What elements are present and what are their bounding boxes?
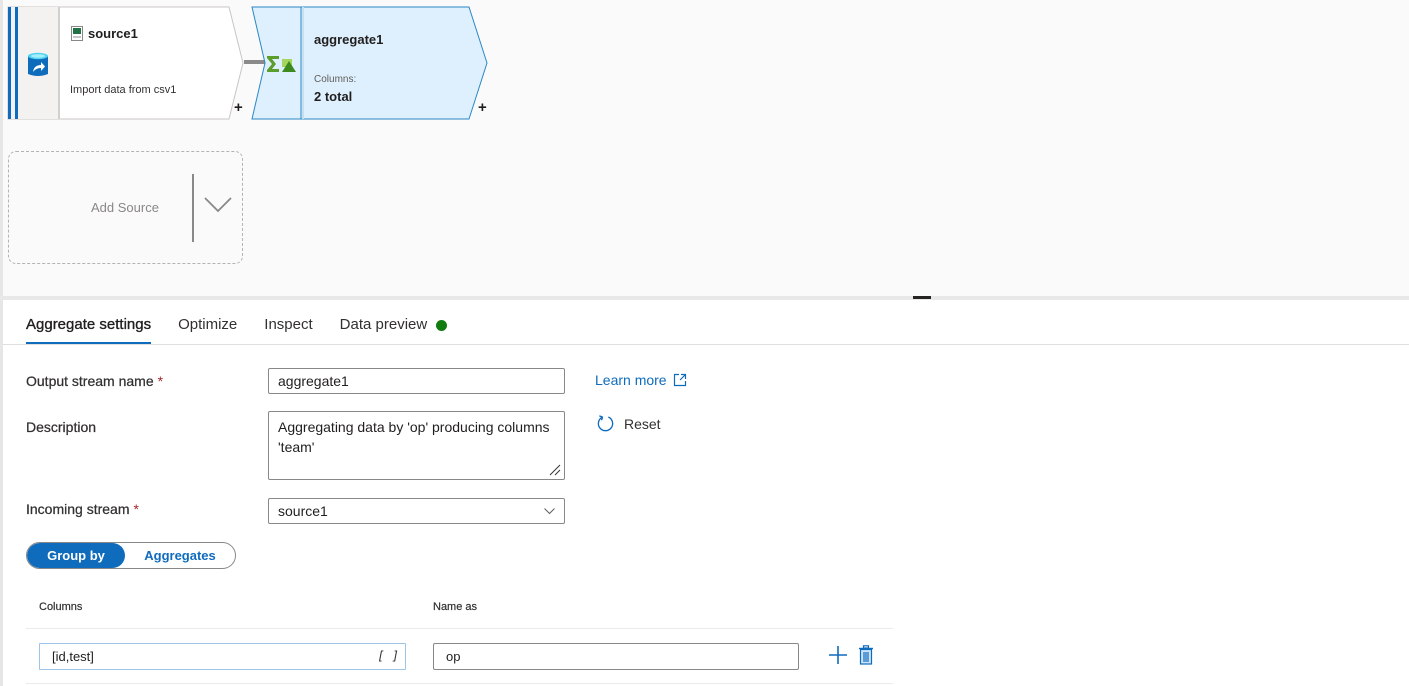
- panel-splitter[interactable]: [0, 296, 1409, 300]
- tab-aggregate-settings[interactable]: Aggregate settings: [26, 306, 151, 344]
- csv-file-icon: [71, 26, 83, 41]
- source-node-name: source1: [88, 26, 138, 41]
- source-node[interactable]: source1 Import data from csv1: [7, 6, 249, 120]
- learn-more-label: Learn more: [595, 372, 667, 388]
- chevron-down-icon: [544, 507, 555, 514]
- tabs-divider: [3, 344, 1409, 345]
- columns-header: Columns: [39, 601, 83, 613]
- group-by-column-value: [id,test]: [52, 649, 94, 664]
- toggle-aggregates[interactable]: Aggregates: [125, 543, 235, 568]
- label-text: Output stream name: [26, 373, 154, 389]
- panel-left-border: [0, 0, 3, 686]
- toggle-group-by[interactable]: Group by: [27, 543, 125, 568]
- grid-divider: [26, 683, 893, 684]
- required-marker: *: [133, 501, 139, 517]
- name-as-header: Name as: [433, 601, 478, 613]
- group-by-column-input[interactable]: [id,test] [ ]: [39, 643, 406, 670]
- aggregate-add-transform-button[interactable]: +: [478, 100, 487, 115]
- tab-optimize[interactable]: Optimize: [178, 306, 237, 344]
- required-marker: *: [157, 373, 164, 389]
- expression-builder-icon[interactable]: [ ]: [377, 644, 399, 669]
- source-node-description: Import data from csv1: [70, 84, 177, 96]
- add-source-label: Add Source: [91, 200, 159, 215]
- grid-divider: [26, 628, 893, 629]
- add-row-icon[interactable]: [828, 645, 848, 665]
- splitter-handle[interactable]: [913, 296, 931, 299]
- add-source-button[interactable]: Add Source: [8, 151, 243, 264]
- learn-more-link[interactable]: Learn more: [595, 372, 687, 388]
- delete-row-icon[interactable]: [858, 645, 874, 665]
- settings-tabs: Aggregate settings Optimize Inspect Data…: [26, 306, 474, 344]
- aggregate-sigma-icon: [267, 56, 296, 72]
- reset-label: Reset: [624, 415, 661, 432]
- status-dot-icon: [436, 320, 448, 331]
- group-by-aggregates-toggle: Group by Aggregates: [26, 542, 236, 569]
- aggregate-node-title: aggregate1: [314, 32, 384, 47]
- label-text: Incoming stream: [26, 501, 130, 517]
- aggregate-node[interactable]: aggregate1 Columns: 2 total: [251, 6, 491, 120]
- name-as-input[interactable]: [433, 643, 799, 670]
- chevron-down-icon[interactable]: [203, 194, 233, 216]
- tab-label: Inspect: [264, 316, 313, 333]
- reset-icon: [597, 415, 614, 432]
- add-source-divider: [192, 174, 194, 242]
- database-icon: [28, 52, 48, 76]
- aggregate-columns-label: Columns:: [314, 74, 357, 85]
- dataflow-canvas[interactable]: source1 Import data from csv1 + aggregat…: [0, 0, 1409, 296]
- external-link-icon: [673, 373, 686, 387]
- tab-data-preview[interactable]: Data preview: [340, 306, 448, 344]
- tab-label: Aggregate settings: [26, 316, 152, 333]
- tab-label: Optimize: [178, 316, 238, 333]
- tab-inspect[interactable]: Inspect: [264, 306, 312, 344]
- output-stream-name-label: Output stream name *: [26, 373, 163, 389]
- tab-label: Data preview: [339, 316, 428, 333]
- incoming-stream-label: Incoming stream *: [26, 501, 139, 517]
- incoming-stream-value: source1: [278, 503, 328, 519]
- description-textarea[interactable]: [268, 411, 565, 480]
- resize-grip-icon[interactable]: [549, 464, 561, 476]
- source-add-transform-button[interactable]: +: [234, 100, 243, 115]
- reset-button[interactable]: Reset: [596, 414, 661, 433]
- source-node-title: source1: [71, 26, 138, 41]
- incoming-stream-select[interactable]: source1: [268, 498, 565, 524]
- output-stream-name-input[interactable]: [268, 368, 565, 394]
- description-label: Description: [26, 419, 97, 435]
- aggregate-columns-value: 2 total: [314, 89, 353, 104]
